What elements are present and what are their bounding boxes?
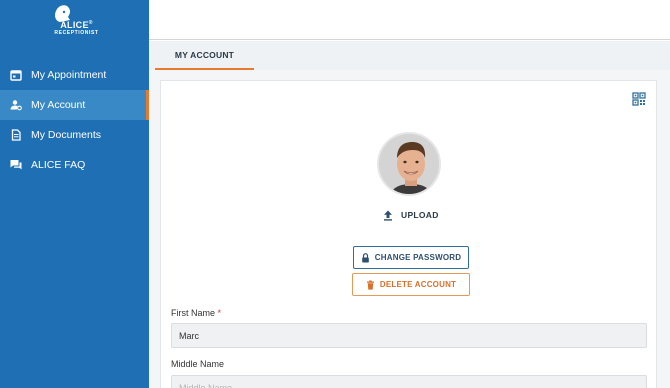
top-bar xyxy=(149,0,670,40)
brand-logo[interactable]: ALICE® RECEPTIONIST xyxy=(0,0,149,40)
tab-my-account[interactable]: MY ACCOUNT xyxy=(155,41,254,70)
brand-subtitle: RECEPTIONIST xyxy=(54,30,99,36)
qr-code-icon[interactable] xyxy=(632,92,646,106)
upload-label: UPLOAD xyxy=(401,210,439,220)
tab-bar: MY ACCOUNT xyxy=(149,41,670,70)
upload-icon xyxy=(384,210,392,221)
user-settings-icon xyxy=(10,100,22,111)
trash-icon xyxy=(366,279,374,290)
profile-photo xyxy=(379,134,439,194)
middle-name-label: Middle Name xyxy=(171,359,225,369)
change-password-label: CHANGE PASSWORD xyxy=(374,253,462,262)
sidebar: ALICE® RECEPTIONIST My Appointment My Ac… xyxy=(0,0,149,388)
sidebar-item-label: My Documents xyxy=(31,129,102,141)
delete-account-button[interactable]: DELETE ACCOUNT xyxy=(352,273,470,296)
delete-account-label: DELETE ACCOUNT xyxy=(379,280,457,289)
sidebar-item-label: ALICE FAQ xyxy=(31,159,86,171)
sidebar-item-my-account[interactable]: My Account xyxy=(0,90,149,120)
upload-button[interactable]: UPLOAD xyxy=(383,208,439,222)
sidebar-item-label: My Account xyxy=(31,99,86,111)
brand-name: ALICE® xyxy=(60,20,93,30)
lock-icon xyxy=(361,252,369,262)
sidebar-item-alice-faq[interactable]: ALICE FAQ xyxy=(0,150,149,180)
document-icon xyxy=(11,129,21,141)
sidebar-item-label: My Appointment xyxy=(31,69,107,81)
change-password-button[interactable]: CHANGE PASSWORD xyxy=(353,246,469,269)
chat-icon xyxy=(10,160,22,170)
main-content: UPLOAD CHANGE PASSWORD DELETE ACCOUNT Fi… xyxy=(149,70,670,388)
middle-name-field[interactable] xyxy=(171,375,647,388)
first-name-label: First Name * xyxy=(171,308,222,318)
sidebar-item-my-appointment[interactable]: My Appointment xyxy=(0,60,149,90)
required-marker: * xyxy=(217,308,222,318)
sidebar-item-my-documents[interactable]: My Documents xyxy=(0,120,149,150)
first-name-field[interactable] xyxy=(171,323,647,348)
account-card: UPLOAD CHANGE PASSWORD DELETE ACCOUNT Fi… xyxy=(160,80,657,388)
sidebar-nav: My Appointment My Account My Documents A… xyxy=(0,60,149,180)
calendar-icon xyxy=(10,70,22,81)
avatar xyxy=(377,132,441,196)
